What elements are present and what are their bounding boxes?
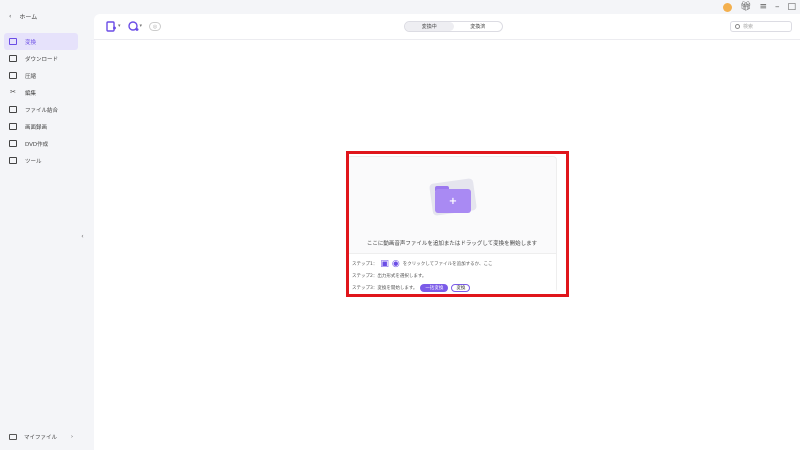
sidebar-item-label: ファイル結合 xyxy=(25,107,59,114)
steps-panel: ステップ1： ▣ ◉ をクリックしてファイルを追加するか、ここ ステップ2：出力… xyxy=(348,253,556,294)
main-panel: ▾ ▾ ◎ 変換中 変換済 検索 + ここに動画音声ファイルを追加またはドラッグ… xyxy=(94,14,800,450)
step-1-text: をクリックしてファイルを追加するか、ここ xyxy=(402,262,493,267)
merge-icon xyxy=(9,106,17,113)
my-files-label: マイファイル xyxy=(24,435,58,441)
sidebar-item-compress[interactable]: 圧縮 xyxy=(4,67,78,84)
chevron-down-icon: ▾ xyxy=(139,23,143,29)
menu-icon[interactable]: ≡ xyxy=(759,2,767,12)
dvd-icon xyxy=(9,140,17,147)
sidebar-item-screen-record[interactable]: 画面録画 xyxy=(4,118,78,135)
sidebar-item-label: 編集 xyxy=(25,90,37,97)
sidebar-nav: 変換 ダウンロード 圧縮 ✂ 編集 ファイル結合 画面録画 DVD作成 ツール xyxy=(4,33,78,169)
home-link[interactable]: ‹ ホーム xyxy=(9,12,37,21)
tab-converting[interactable]: 変換中 xyxy=(405,22,454,31)
disc-button[interactable]: ◎ xyxy=(149,22,162,31)
convert-all-button[interactable]: 一括変換 xyxy=(420,284,449,292)
sidebar-item-label: ツール xyxy=(25,158,42,165)
step-3: ステップ3：変換を開始します。 一括変換 変換 xyxy=(352,282,552,294)
chevron-right-icon: › xyxy=(71,434,73,440)
sidebar-item-label: DVD作成 xyxy=(25,141,49,148)
home-label: ホーム xyxy=(19,14,38,21)
my-files-link[interactable]: マイファイル › xyxy=(9,433,73,441)
chevron-down-icon: ▾ xyxy=(118,23,121,29)
search-placeholder: 検索 xyxy=(743,24,754,30)
download-icon xyxy=(9,55,17,62)
sidebar-item-tools[interactable]: ツール xyxy=(4,152,78,169)
step-1-label: ステップ1： xyxy=(352,262,378,267)
convert-button[interactable]: 変換 xyxy=(451,284,471,292)
plus-icon: + xyxy=(435,189,471,213)
convert-icon xyxy=(9,38,17,45)
scissors-icon: ✂ xyxy=(10,88,16,96)
sidebar-item-merge[interactable]: ファイル結合 xyxy=(4,101,78,118)
sidebar-item-label: 圧縮 xyxy=(25,73,37,80)
step-2-text: ステップ2：出力形式を選択します。 xyxy=(352,274,427,279)
avatar[interactable] xyxy=(723,2,732,12)
step-2: ステップ2：出力形式を選択します。 xyxy=(352,270,552,282)
search-icon xyxy=(735,24,740,29)
compress-icon xyxy=(9,72,17,79)
sidebar-item-label: 変換 xyxy=(25,39,37,46)
drop-instruction: ここに動画音声ファイルを追加またはドラッグして変換を開始します xyxy=(366,241,538,247)
minimize-button[interactable]: – xyxy=(775,2,780,12)
sidebar-item-label: 画面録画 xyxy=(25,124,48,131)
sidebar: ‹ ホーム 変換 ダウンロード 圧縮 ✂ 編集 ファイル結合 画面録画 DVD作… xyxy=(0,0,86,450)
add-file-button[interactable]: ▾ xyxy=(106,21,121,32)
maximize-button[interactable]: □ xyxy=(787,2,796,12)
sidebar-item-edit[interactable]: ✂ 編集 xyxy=(4,84,78,101)
disc-icon: ◎ xyxy=(152,23,158,30)
screen-record-icon xyxy=(9,123,17,130)
window-controls: 🎁︎ ≡ – □ xyxy=(723,0,800,14)
back-arrow-icon[interactable]: ‹ xyxy=(9,13,11,20)
toolbar: ▾ ▾ ◎ 変換中 変換済 検索 xyxy=(94,14,800,40)
step-3-text: ステップ3：変換を開始します。 xyxy=(352,286,418,291)
sidebar-item-label: ダウンロード xyxy=(25,56,59,63)
add-media-icon xyxy=(127,21,139,31)
folder-icon xyxy=(9,434,17,440)
status-tabs: 変換中 変換済 xyxy=(404,21,503,32)
tab-converted[interactable]: 変換済 xyxy=(454,22,503,31)
step-1: ステップ1： ▣ ◉ をクリックしてファイルを追加するか、ここ xyxy=(352,258,552,270)
search-input[interactable]: 検索 xyxy=(730,21,792,32)
sidebar-item-download[interactable]: ダウンロード xyxy=(4,50,78,67)
sidebar-collapse-button[interactable]: ‹ xyxy=(78,230,87,243)
add-media-icon: ◉ xyxy=(391,258,400,269)
add-file-icon xyxy=(106,21,116,32)
sidebar-item-convert[interactable]: 変換 xyxy=(4,33,78,50)
drop-zone[interactable]: + ここに動画音声ファイルを追加またはドラッグして変換を開始します ステップ1：… xyxy=(347,156,557,294)
gift-icon[interactable]: 🎁︎ xyxy=(740,2,751,12)
folder-add-icon[interactable]: + xyxy=(427,178,479,217)
tools-icon xyxy=(9,157,17,164)
sidebar-item-dvd[interactable]: DVD作成 xyxy=(4,135,78,152)
add-media-button[interactable]: ▾ xyxy=(127,21,143,32)
add-file-icon: ▣ xyxy=(380,258,389,269)
